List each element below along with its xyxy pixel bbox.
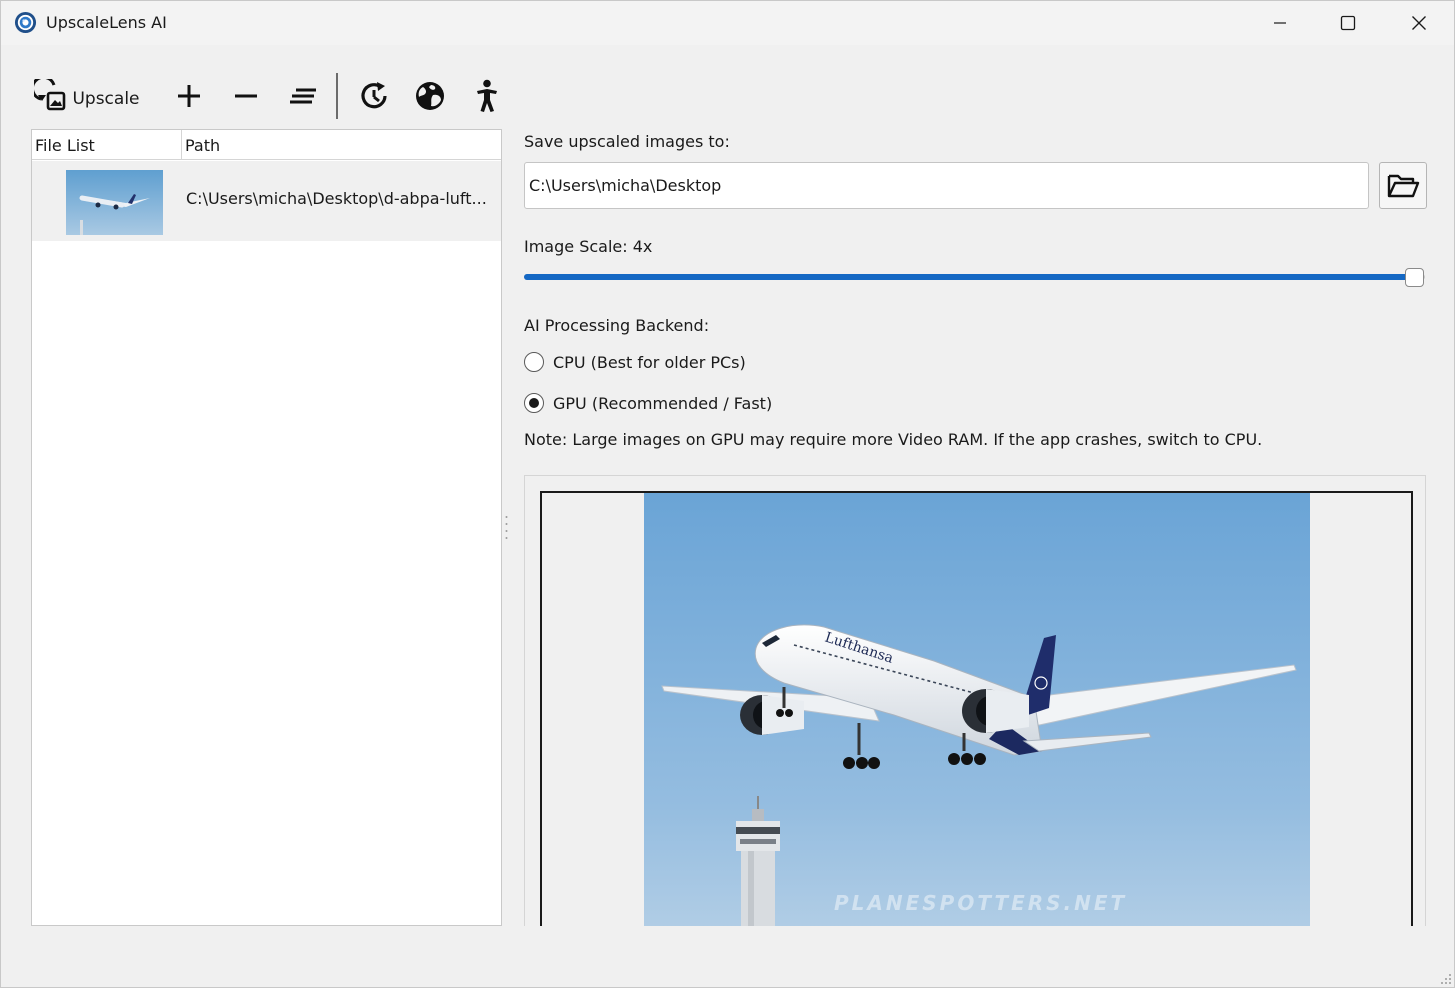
maximize-button[interactable]	[1313, 1, 1383, 45]
preview-panel: Lufthansa PLANESPOTTERS.NET	[524, 475, 1426, 926]
minimize-icon	[1274, 22, 1286, 24]
toolbar: Upscale	[1, 71, 521, 121]
image-scale-slider[interactable]	[524, 265, 1425, 289]
globe-icon	[416, 82, 444, 110]
table-row[interactable]: C:\Users\micha\Desktop\d-abpa-luft...	[32, 161, 501, 241]
minimize-button[interactable]	[1245, 1, 1315, 45]
remove-file-button[interactable]	[228, 71, 264, 121]
browse-folder-button[interactable]	[1379, 162, 1427, 209]
save-location-label: Save upscaled images to:	[524, 132, 730, 151]
plus-icon	[178, 85, 200, 107]
backend-option-gpu[interactable]: GPU (Recommended / Fast)	[524, 391, 772, 415]
close-icon	[1412, 16, 1426, 30]
maximize-icon	[1340, 15, 1356, 31]
folder-open-icon	[1387, 174, 1420, 197]
splitter-handle[interactable]	[505, 515, 508, 541]
column-header-file-list[interactable]: File List	[32, 130, 182, 160]
cpu-radio-label: CPU (Best for older PCs)	[553, 352, 746, 372]
app-lens-icon	[14, 11, 37, 34]
gpu-radio-label: GPU (Recommended / Fast)	[553, 393, 773, 413]
save-path-input[interactable]	[524, 162, 1369, 209]
image-scale-label: Image Scale: 4x	[524, 237, 653, 256]
cpu-radio-button[interactable]	[524, 352, 544, 372]
clear-list-icon	[290, 88, 316, 104]
clear-list-button[interactable]	[285, 71, 321, 121]
minus-icon	[235, 94, 257, 98]
backend-option-cpu[interactable]: CPU (Best for older PCs)	[524, 350, 746, 374]
accessibility-icon	[477, 79, 497, 112]
upscale-button[interactable]: Upscale	[31, 71, 143, 121]
resize-grip-icon[interactable]	[1438, 971, 1452, 985]
add-files-button[interactable]	[171, 71, 207, 121]
gpu-radio-button[interactable]	[524, 393, 544, 413]
language-button[interactable]	[411, 71, 449, 121]
upscale-button-label: Upscale	[72, 89, 140, 109]
history-icon	[361, 82, 387, 109]
preview-image: Lufthansa PLANESPOTTERS.NET	[644, 493, 1310, 926]
upscale-image-icon	[34, 79, 66, 111]
history-button[interactable]	[355, 71, 393, 121]
accessibility-button[interactable]	[469, 71, 507, 121]
slider-thumb[interactable]	[1405, 268, 1424, 287]
file-thumbnail	[66, 170, 163, 235]
backend-label: AI Processing Backend:	[524, 316, 710, 335]
window-title: UpscaleLens AI	[46, 13, 167, 32]
file-path-cell: C:\Users\micha\Desktop\d-abpa-luft...	[186, 189, 487, 208]
slider-fill	[524, 274, 1415, 280]
preview-watermark: PLANESPOTTERS.NET	[834, 891, 1128, 915]
toolbar-separator	[336, 73, 338, 119]
column-header-path[interactable]: Path	[182, 130, 502, 160]
gpu-memory-note: Note: Large images on GPU may require mo…	[524, 430, 1263, 449]
app-window: UpscaleLens AI Upscale File List Path C:…	[0, 0, 1455, 988]
file-list-header: File List Path	[32, 130, 501, 160]
title-bar[interactable]: UpscaleLens AI	[1, 1, 1454, 45]
file-list-table[interactable]: File List Path C:\Users\micha\Desktop\d-…	[31, 129, 502, 926]
close-button[interactable]	[1384, 1, 1454, 45]
preview-canvas: Lufthansa PLANESPOTTERS.NET	[540, 491, 1413, 926]
